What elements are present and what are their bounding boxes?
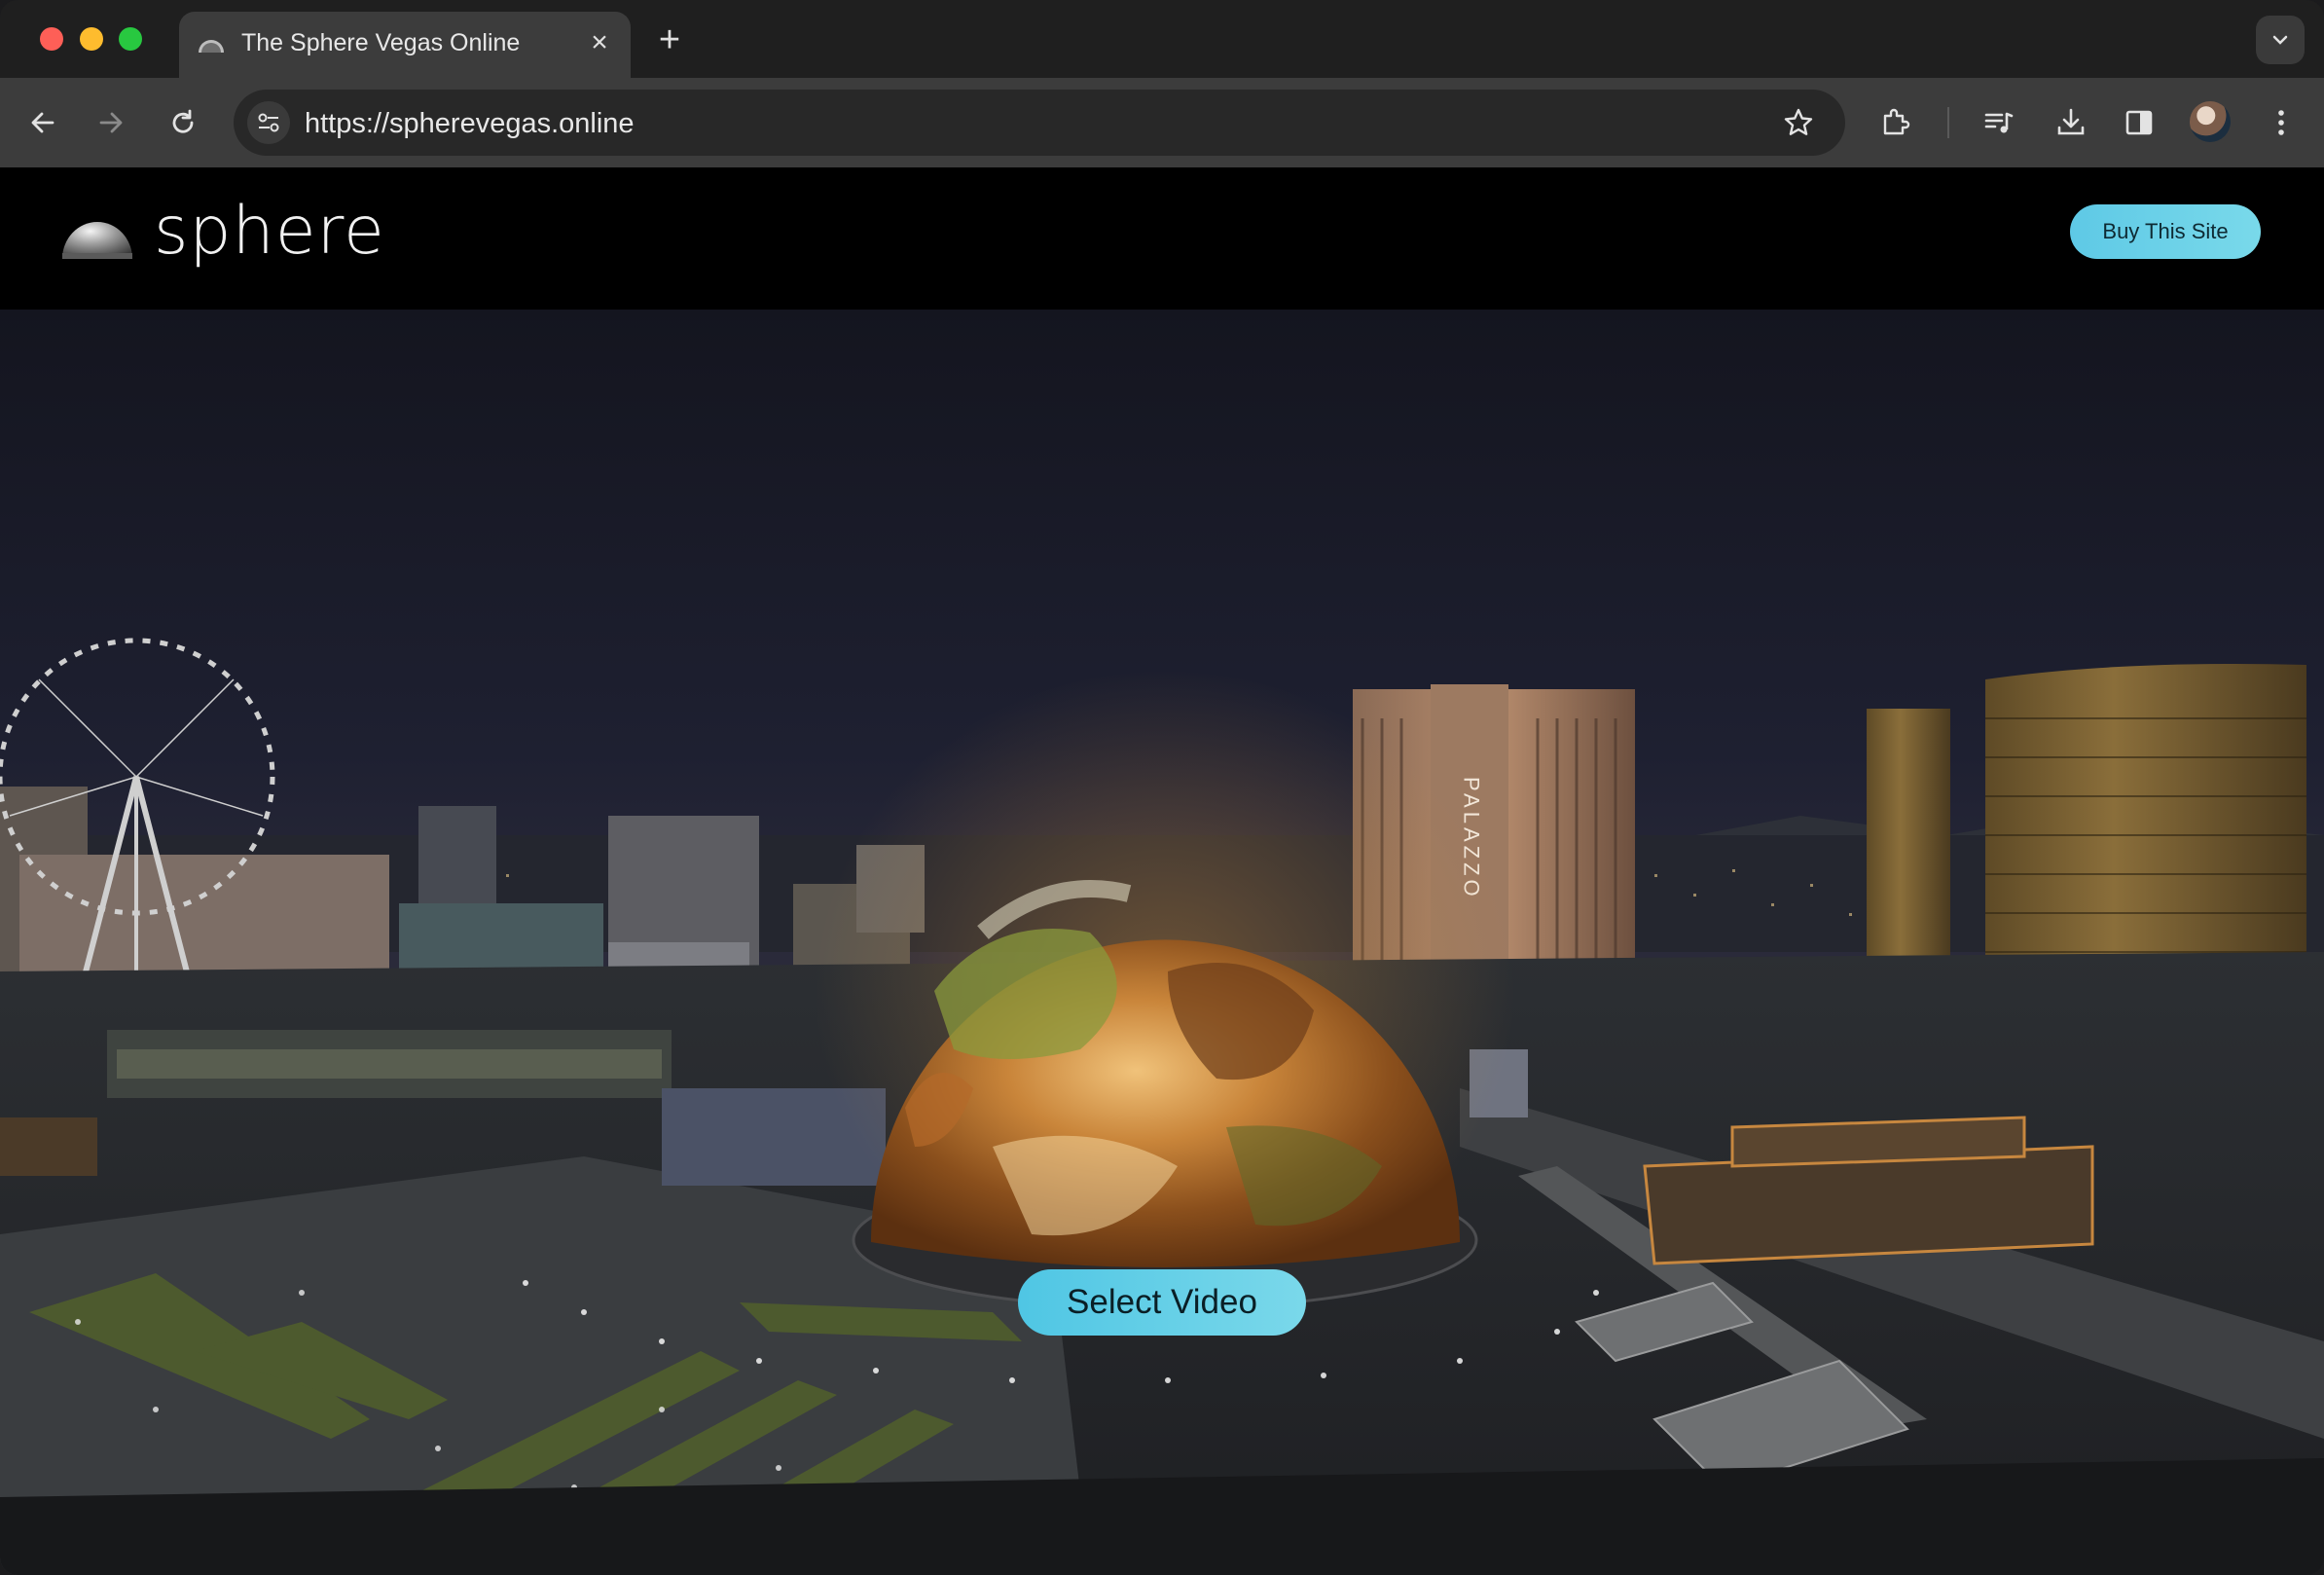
reload-icon[interactable]	[162, 101, 204, 144]
site-logo-text[interactable]: sphere	[154, 193, 385, 271]
select-video-button[interactable]: Select Video	[1018, 1269, 1306, 1336]
tab-active[interactable]: The Sphere Vegas Online ×	[179, 12, 631, 78]
url-text[interactable]: https://spherevegas.online	[305, 108, 635, 140]
forward-icon[interactable]	[90, 101, 132, 144]
download-icon[interactable]	[2050, 101, 2092, 144]
site-header: sphere Buy This Site	[0, 167, 2324, 310]
sphere-dome-icon	[199, 40, 224, 53]
tab-strip: The Sphere Vegas Online × +	[0, 0, 2324, 78]
vegas-3d-scene[interactable]: PALAZZO	[0, 310, 2324, 1575]
buy-this-site-button[interactable]: Buy This Site	[2070, 204, 2261, 259]
site-info-icon[interactable]	[247, 101, 290, 144]
side-panel-icon[interactable]	[2118, 101, 2161, 144]
tab-close-icon[interactable]: ×	[582, 25, 617, 60]
tab-title: The Sphere Vegas Online	[241, 29, 521, 56]
extensions-icon[interactable]	[1874, 101, 1917, 144]
browser-window: The Sphere Vegas Online × + https://sphe…	[0, 0, 2324, 1575]
minimize-window-button[interactable]	[80, 27, 103, 51]
sphere-logo-icon[interactable]	[60, 208, 134, 261]
more-icon[interactable]	[2260, 101, 2303, 144]
avatar[interactable]	[2190, 101, 2231, 142]
star-icon[interactable]	[1777, 101, 1820, 144]
chevron-down-icon	[2272, 35, 2288, 45]
toolbar-separator	[1947, 107, 1949, 138]
tab-search-button[interactable]	[2256, 16, 2305, 64]
address-bar[interactable]: https://spherevegas.online	[234, 90, 1845, 156]
close-window-button[interactable]	[40, 27, 63, 51]
web-page: sphere Buy This Site Select Video	[0, 167, 2324, 1575]
new-tab-button[interactable]: +	[650, 21, 689, 60]
media-icon[interactable]	[1978, 101, 2020, 144]
maximize-window-button[interactable]	[119, 27, 142, 51]
back-icon[interactable]	[21, 101, 64, 144]
browser-toolbar: https://spherevegas.online	[0, 78, 2324, 167]
